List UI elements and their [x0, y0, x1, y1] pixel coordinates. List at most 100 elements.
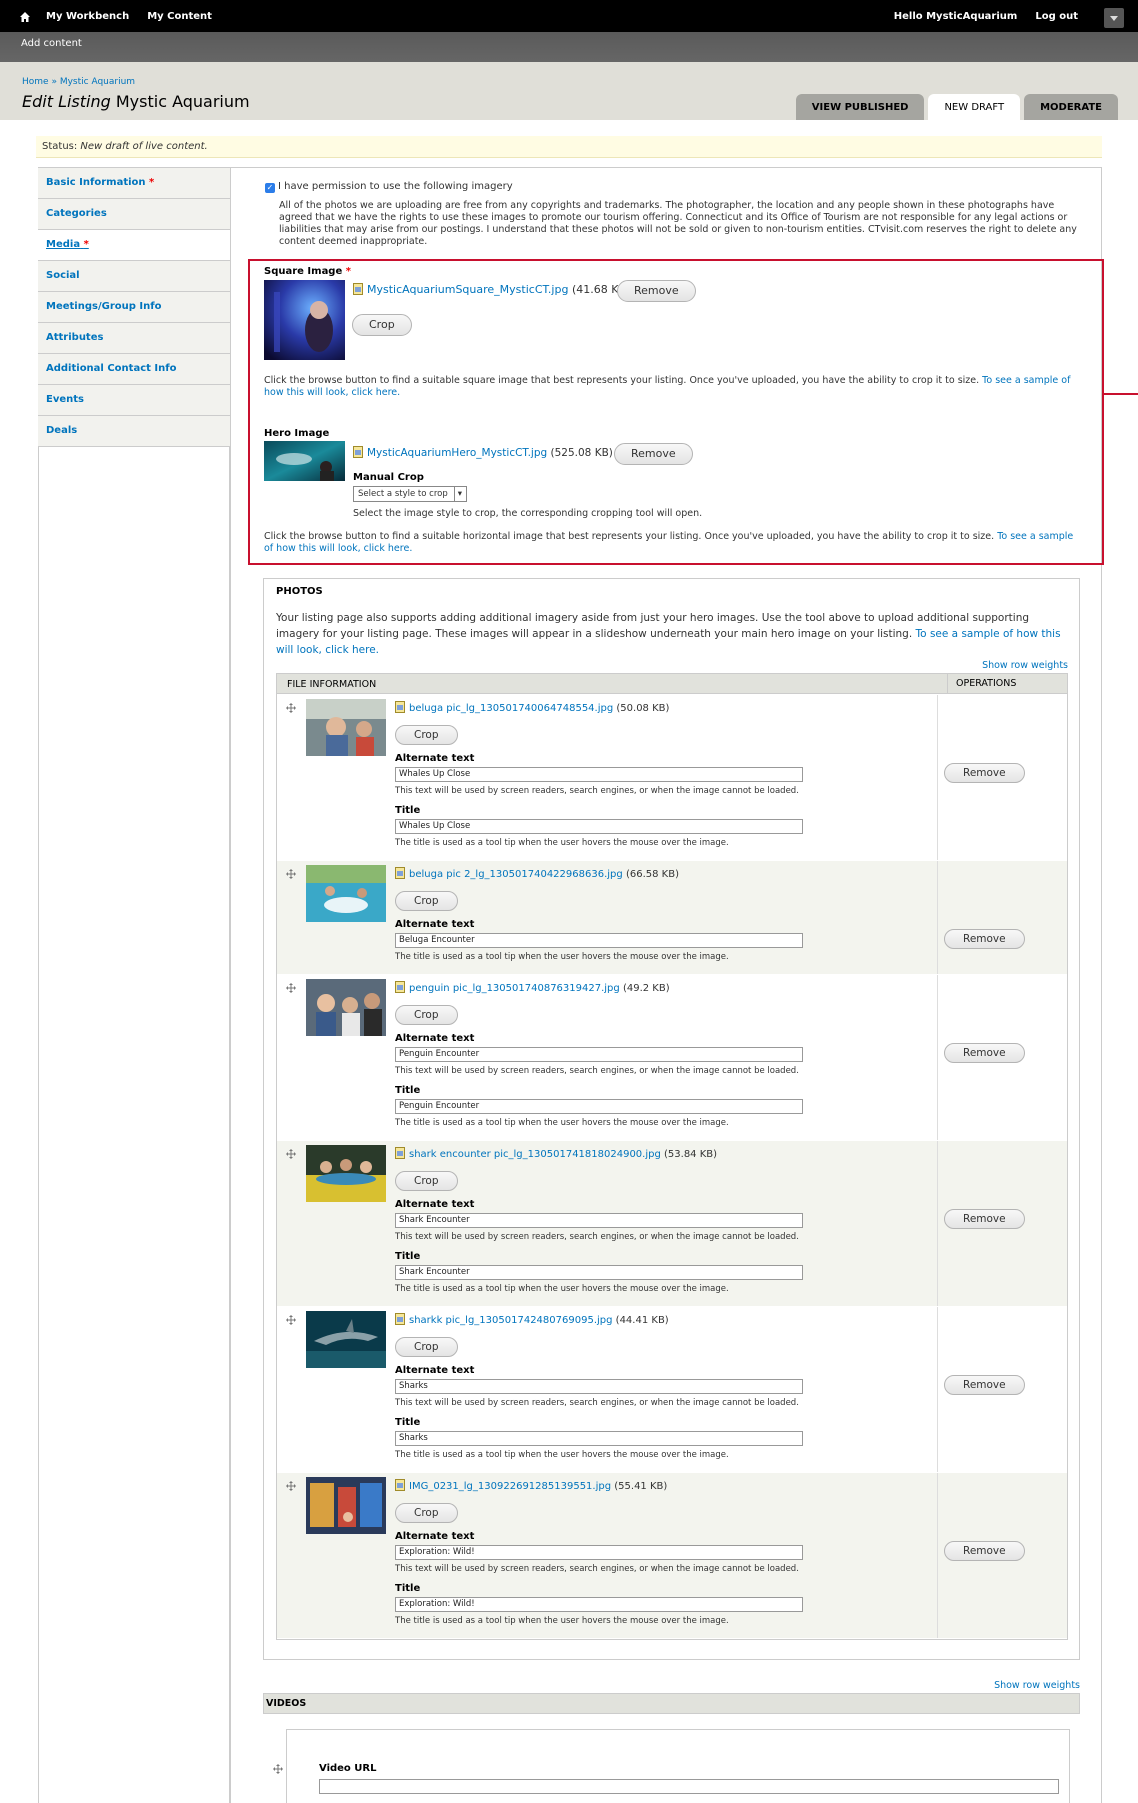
tab-moderate[interactable]: MODERATE: [1024, 94, 1118, 120]
alt-text-input[interactable]: Shark Encounter: [395, 1213, 803, 1228]
add-content-link[interactable]: Add content: [21, 38, 82, 49]
square-crop-button[interactable]: Crop: [352, 314, 412, 336]
col-file-information: FILE INFORMATION: [287, 679, 377, 690]
videos-show-row-weights-link[interactable]: Show row weights: [994, 1680, 1080, 1691]
alt-text-input[interactable]: Penguin Encounter: [395, 1047, 803, 1062]
menu-my-workbench[interactable]: My Workbench: [46, 11, 129, 22]
col-operations: OPERATIONS: [947, 674, 1016, 693]
image-file-icon: [395, 981, 405, 993]
table-row: shark encounter pic_lg_13050174181802490…: [277, 1141, 1067, 1306]
drag-handle-icon[interactable]: [273, 1764, 283, 1774]
vtab-deals[interactable]: Deals: [38, 416, 230, 447]
drag-handle-icon[interactable]: [286, 869, 296, 879]
crop-button[interactable]: Crop: [395, 891, 458, 911]
vtab-additional-contact-info[interactable]: Additional Contact Info: [38, 354, 230, 385]
breadcrumb-home[interactable]: Home: [22, 77, 49, 87]
vtab-basic-information[interactable]: Basic Information *: [38, 168, 230, 199]
drag-handle-icon[interactable]: [286, 1481, 296, 1491]
crop-button[interactable]: Crop: [395, 725, 458, 745]
hero-remove-button[interactable]: Remove: [614, 443, 693, 465]
page-header: Home » Mystic Aquarium Edit Listing Myst…: [0, 62, 1138, 120]
vtab-meetings-group-info[interactable]: Meetings/Group Info: [38, 292, 230, 323]
image-file-icon: [353, 446, 363, 458]
crop-style-select[interactable]: Select a style to crop ▾: [353, 486, 468, 502]
remove-button[interactable]: Remove: [944, 1209, 1025, 1229]
title-help: The title is used as a tool tip when the…: [395, 952, 729, 962]
photo-file-link[interactable]: shark encounter pic_lg_13050174181802490…: [409, 1149, 661, 1160]
title-input[interactable]: Whales Up Close: [395, 819, 803, 834]
drag-handle-icon[interactable]: [286, 1315, 296, 1325]
crop-button[interactable]: Crop: [395, 1337, 458, 1357]
breadcrumb-mystic-aquarium[interactable]: Mystic Aquarium: [60, 77, 135, 87]
square-remove-button[interactable]: Remove: [617, 280, 696, 302]
remove-button[interactable]: Remove: [944, 763, 1025, 783]
title-help: The title is used as a tool tip when the…: [395, 1118, 729, 1128]
title-input[interactable]: Sharks: [395, 1431, 803, 1446]
photos-show-row-weights-link[interactable]: Show row weights: [982, 660, 1068, 671]
primary-tabs: VIEW PUBLISHED NEW DRAFT MODERATE: [795, 94, 1118, 120]
vertical-tabs: Basic Information * Categories Media * S…: [38, 167, 230, 447]
tab-new-draft[interactable]: NEW DRAFT: [928, 94, 1021, 120]
photo-file-link[interactable]: beluga pic 2_lg_130501740422968636.jpg: [409, 869, 623, 880]
title-help: The title is used as a tool tip when the…: [395, 1616, 729, 1626]
home-icon[interactable]: [20, 12, 30, 22]
title-input[interactable]: Shark Encounter: [395, 1265, 803, 1280]
photo-file-link[interactable]: beluga pic_lg_130501740064748554.jpg: [409, 703, 613, 714]
photo-file-link[interactable]: sharkk pic_lg_130501742480769095.jpg: [409, 1315, 612, 1326]
remove-button[interactable]: Remove: [944, 1541, 1025, 1561]
hero-image-file: MysticAquariumHero_MysticCT.jpg (525.08 …: [353, 446, 613, 459]
alt-text-input[interactable]: Beluga Encounter: [395, 933, 803, 948]
photo-file-link[interactable]: penguin pic_lg_130501740876319427.jpg: [409, 983, 620, 994]
shortcuts-toggle-button[interactable]: [1104, 8, 1124, 28]
square-image-file: MysticAquariumSquare_MysticCT.jpg (41.68…: [353, 283, 630, 296]
logout-link[interactable]: Log out: [1035, 11, 1078, 22]
status-message: Status: New draft of live content.: [36, 136, 1102, 158]
vtab-categories[interactable]: Categories: [38, 199, 230, 230]
permission-checkbox[interactable]: ✓ I have permission to use the following …: [265, 181, 1085, 193]
title-input[interactable]: Exploration: Wild!: [395, 1597, 803, 1612]
alt-text-input[interactable]: Whales Up Close: [395, 767, 803, 782]
drag-handle-icon[interactable]: [286, 703, 296, 713]
vtab-social[interactable]: Social: [38, 261, 230, 292]
video-url-input[interactable]: [319, 1779, 1059, 1794]
menu-my-content[interactable]: My Content: [147, 11, 212, 22]
alt-text-input[interactable]: Exploration: Wild!: [395, 1545, 803, 1560]
alt-text-label: Alternate text: [395, 919, 475, 930]
remove-button[interactable]: Remove: [944, 929, 1025, 949]
crop-button[interactable]: Crop: [395, 1005, 458, 1025]
vtab-media[interactable]: Media *: [38, 230, 230, 261]
username[interactable]: MysticAquarium: [926, 11, 1017, 22]
table-row: beluga pic 2_lg_130501740422968636.jpg (…: [277, 861, 1067, 974]
hero-image-thumbnail: [264, 441, 345, 481]
photos-title: PHOTOS: [276, 586, 323, 597]
vtab-events[interactable]: Events: [38, 385, 230, 416]
crop-button[interactable]: Crop: [395, 1171, 458, 1191]
remove-button[interactable]: Remove: [944, 1043, 1025, 1063]
title-label: Title: [395, 1085, 421, 1096]
image-file-icon: [395, 867, 405, 879]
table-row: IMG_0231_lg_130922691285139551.jpg (55.4…: [277, 1473, 1067, 1638]
drag-handle-icon[interactable]: [286, 983, 296, 993]
alt-text-input[interactable]: Sharks: [395, 1379, 803, 1394]
tab-view-published[interactable]: VIEW PUBLISHED: [795, 94, 925, 120]
hero-image-link[interactable]: MysticAquariumHero_MysticCT.jpg: [367, 447, 547, 459]
remove-button[interactable]: Remove: [944, 1375, 1025, 1395]
chevron-down-icon: [1110, 15, 1118, 21]
crop-button[interactable]: Crop: [395, 1503, 458, 1523]
video-url-label: Video URL: [319, 1763, 377, 1774]
alt-text-help: This text will be used by screen readers…: [395, 1232, 799, 1242]
drag-handle-icon[interactable]: [286, 1149, 296, 1159]
page-title: Edit Listing Mystic Aquarium: [22, 92, 250, 111]
image-file-icon: [395, 1479, 405, 1491]
title-input[interactable]: Penguin Encounter: [395, 1099, 803, 1114]
table-row: beluga pic_lg_130501740064748554.jpg (50…: [277, 695, 1067, 860]
table-row: sharkk pic_lg_130501742480769095.jpg (44…: [277, 1307, 1067, 1472]
alt-text-label: Alternate text: [395, 1365, 475, 1376]
checkbox-checked-icon[interactable]: ✓: [265, 183, 275, 193]
vtab-attributes[interactable]: Attributes: [38, 323, 230, 354]
square-image-link[interactable]: MysticAquariumSquare_MysticCT.jpg: [367, 283, 568, 296]
photo-file-link[interactable]: IMG_0231_lg_130922691285139551.jpg: [409, 1481, 611, 1492]
hero-image-label: Hero Image: [264, 428, 330, 439]
alt-text-help: This text will be used by screen readers…: [395, 1564, 799, 1574]
permission-description: All of the photos we are uploading are f…: [279, 200, 1077, 247]
